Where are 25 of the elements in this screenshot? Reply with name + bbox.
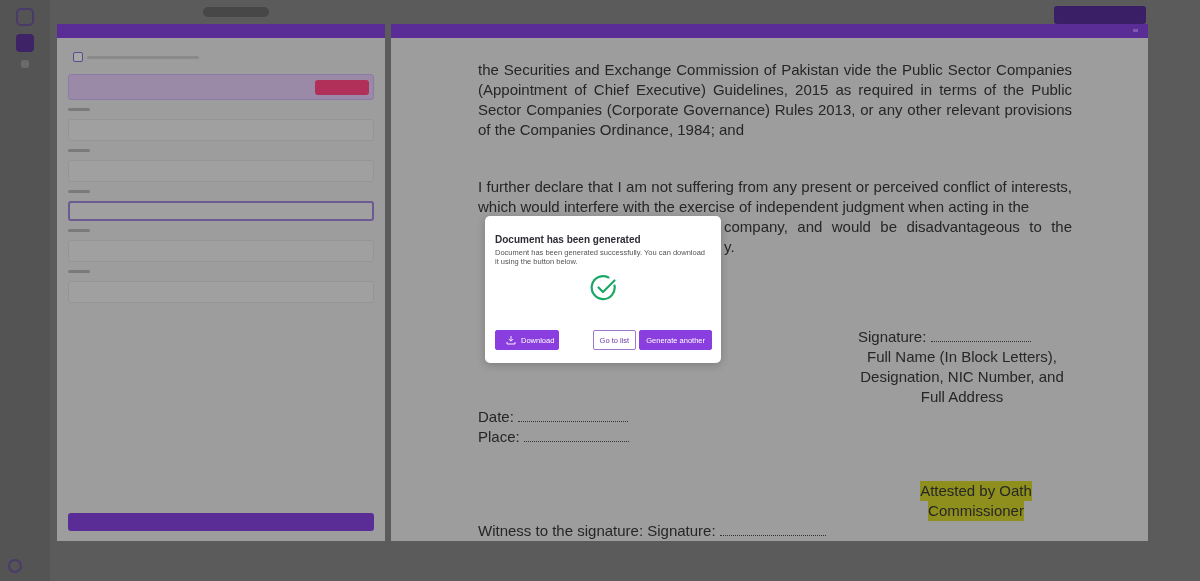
download-icon [506,335,516,345]
logo-icon [16,8,34,26]
signature-line: Signature: [852,327,1072,347]
checkbox[interactable] [73,52,83,62]
document-text: y. [724,237,736,257]
signature-text: Designation, NIC Number, and [859,367,1065,387]
header-button[interactable] [1054,6,1146,24]
signature-text: Full Address [919,387,1005,407]
place-line: Place: [478,427,1072,447]
settings-icon[interactable] [8,559,22,573]
dialog-title: Document has been generated [495,234,642,246]
close-icon[interactable] [1133,29,1138,32]
success-check-icon [589,274,618,302]
document-paragraph: the Securities and Exchange Commission of Pakistan vide the Public Sector Companies (Appointment of Chief Executive) Guidelines, 2015 as required in terms of the Public Sector Companies (Corporate Governance) Rules 2013, or any other relevant provisions of the Companies Ordinance, 1984; and [478,60,1072,140]
attestation-text: Attested by Oath [920,481,1032,501]
generate-button[interactable] [68,513,374,531]
sidebar-item[interactable] [16,34,34,52]
signature-text: Full Name (In Block Letters), [865,347,1059,367]
witness-line: Witness to the signature: Signature: [478,521,1072,541]
upload-field[interactable] [68,201,374,221]
upload-area[interactable] [68,74,374,100]
attestation-text: Commissioner [928,501,1024,521]
upload-button[interactable] [315,79,369,95]
document-text: company, and would be disadvantageous to the [724,217,1072,237]
date-line: Date: [478,407,1072,427]
